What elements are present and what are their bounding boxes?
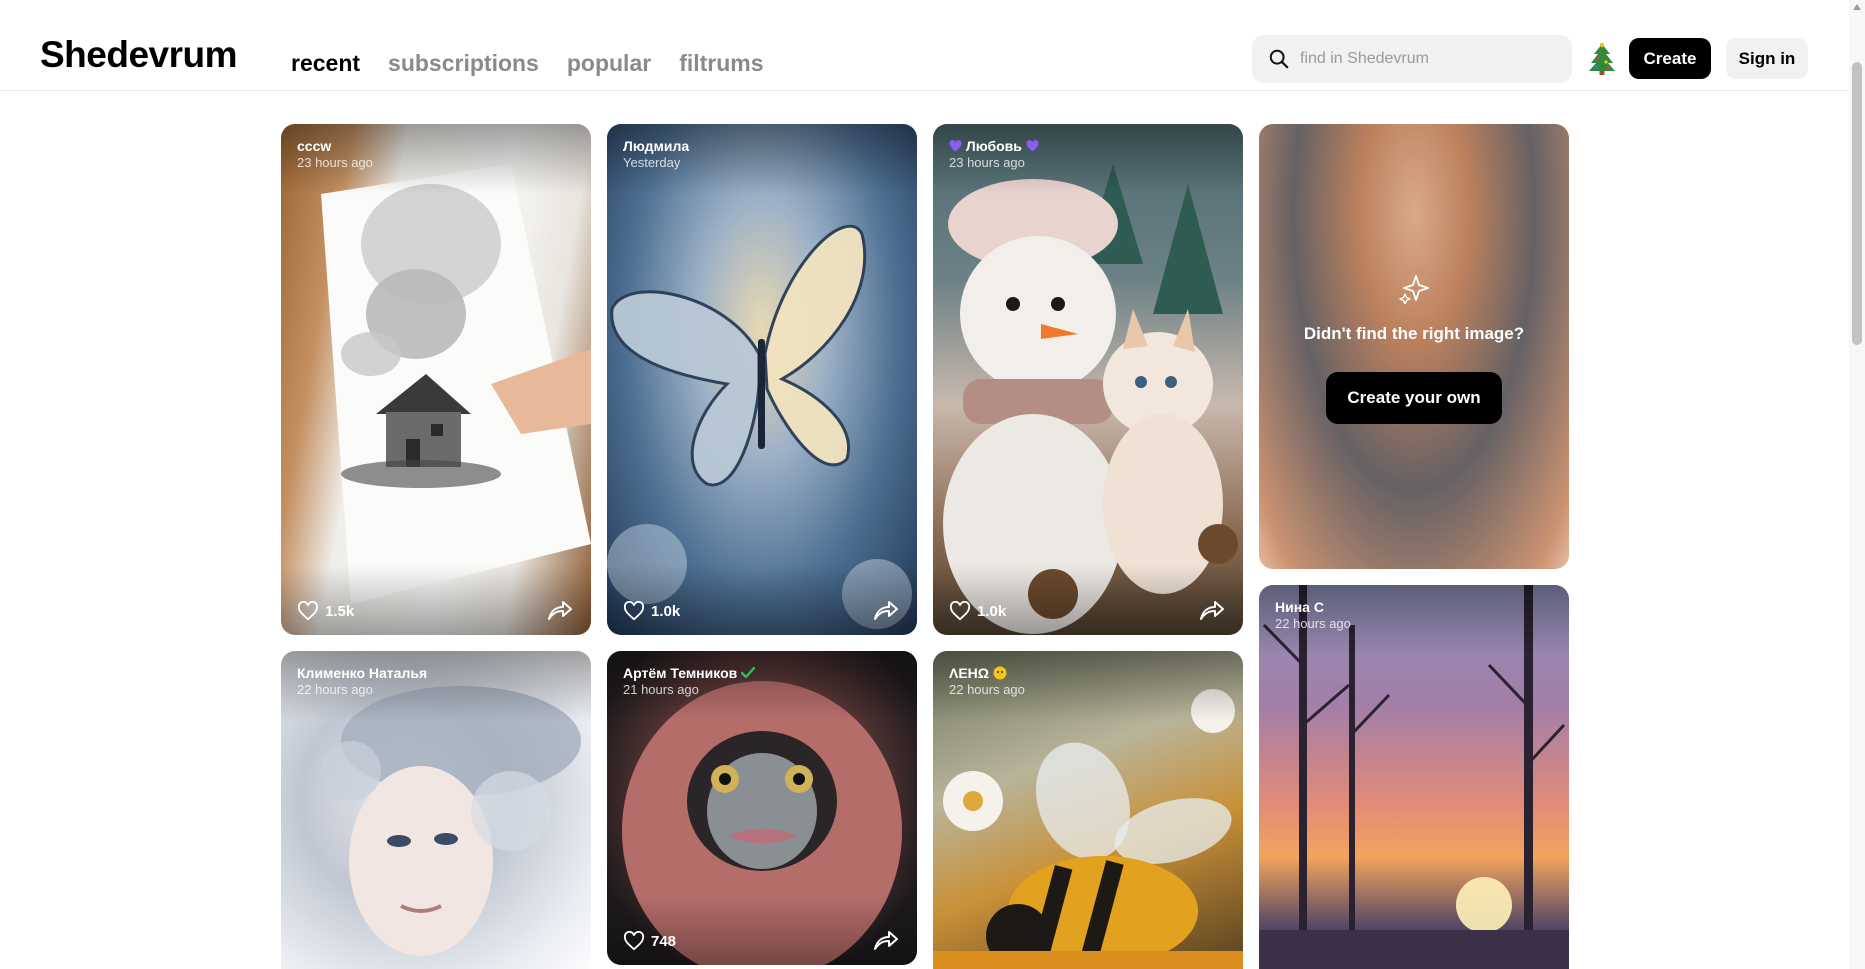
card-image (933, 124, 1243, 635)
nav-tab-filtrums[interactable]: filtrums (679, 50, 763, 77)
card-bottom-shade (933, 565, 1243, 635)
create-your-own-button[interactable]: Create your own (1326, 372, 1502, 424)
christmas-tree-icon[interactable] (1587, 42, 1617, 76)
search-input[interactable] (1300, 50, 1550, 68)
share-icon[interactable] (1199, 599, 1225, 621)
like-button[interactable]: 1.0k (949, 601, 1006, 621)
card-author-row[interactable]: Артём Темников (623, 665, 756, 681)
feed-card[interactable]: Клименко Наталья 22 hours ago (281, 651, 591, 969)
nav-tab-recent[interactable]: recent (291, 50, 360, 77)
card-image (607, 124, 917, 635)
heart-icon (623, 601, 645, 621)
like-button[interactable]: 1.0k (623, 601, 680, 621)
heart-icon (297, 601, 319, 621)
card-image (281, 124, 591, 635)
card-timestamp: 22 hours ago (949, 682, 1025, 697)
card-timestamp: 22 hours ago (1275, 616, 1351, 631)
feed-card[interactable]: ΛЕНΩ 22 hours ago (933, 651, 1243, 969)
card-timestamp: 22 hours ago (297, 682, 373, 697)
feed-card[interactable]: Любовь 23 hours ago 1.0k (933, 124, 1243, 635)
promo-message: Didn't find the right image? (1303, 324, 1525, 343)
feed-card[interactable]: Нина С 22 hours ago (1259, 585, 1569, 969)
card-author-row[interactable]: Любовь (949, 138, 1039, 154)
create-your-own-promo: Didn't find the right image? Create your… (1259, 124, 1569, 569)
card-author[interactable]: Нина С (1275, 599, 1324, 615)
share-icon[interactable] (873, 929, 899, 951)
like-button[interactable]: 748 (623, 931, 676, 951)
page-scrollbar[interactable] (1849, 0, 1865, 969)
feed-card[interactable]: cccw 23 hours ago 1.5k (281, 124, 591, 635)
card-author[interactable]: Людмила (623, 138, 689, 154)
card-author[interactable]: ΛЕНΩ (949, 665, 989, 681)
purple-heart-icon (1026, 140, 1039, 152)
scroll-up-arrow-icon[interactable] (1853, 4, 1861, 10)
create-button[interactable]: Create (1629, 38, 1711, 79)
sign-in-button[interactable]: Sign in (1726, 38, 1808, 79)
search-box[interactable] (1252, 35, 1572, 83)
card-timestamp: 21 hours ago (623, 682, 699, 697)
like-count: 1.5k (325, 602, 355, 620)
shedevrum-logo[interactable]: Shedevrum (40, 34, 238, 76)
top-header: Shedevrum recent subscriptions popular f… (0, 0, 1849, 91)
nav-tab-popular[interactable]: popular (567, 50, 651, 77)
card-author[interactable]: cccw (297, 138, 331, 154)
card-author[interactable]: Клименко Наталья (297, 665, 427, 681)
card-timestamp: 23 hours ago (297, 155, 373, 170)
emoji-icon (993, 666, 1007, 680)
main-nav: recent subscriptions popular filtrums (291, 50, 764, 77)
card-author[interactable]: Артём Темников (623, 665, 737, 681)
feed-card[interactable]: Артём Темников 21 hours ago 748 (607, 651, 917, 965)
card-author[interactable]: Любовь (966, 138, 1022, 154)
like-count: 748 (651, 932, 677, 950)
card-timestamp: Yesterday (623, 155, 681, 170)
purple-heart-icon (949, 140, 962, 152)
like-button[interactable]: 1.5k (297, 601, 354, 621)
card-bottom-shade (607, 565, 917, 635)
feed-card[interactable]: Людмила Yesterday 1.0k (607, 124, 917, 635)
like-count: 1.0k (977, 602, 1007, 620)
card-timestamp: 23 hours ago (949, 155, 1025, 170)
share-icon[interactable] (873, 599, 899, 621)
card-bottom-shade (281, 565, 591, 635)
card-bottom-shade (607, 895, 917, 965)
promo-blur-veil (1259, 124, 1569, 569)
verified-check-icon (740, 666, 756, 679)
sparkle-icon (1399, 275, 1429, 304)
scrollbar-thumb[interactable] (1852, 62, 1862, 345)
card-author-row[interactable]: ΛЕНΩ (949, 665, 1007, 681)
nav-tab-subscriptions[interactable]: subscriptions (388, 50, 539, 77)
heart-icon (623, 931, 645, 951)
share-icon[interactable] (547, 599, 573, 621)
like-count: 1.0k (651, 602, 681, 620)
search-icon (1269, 49, 1289, 69)
heart-icon (949, 601, 971, 621)
